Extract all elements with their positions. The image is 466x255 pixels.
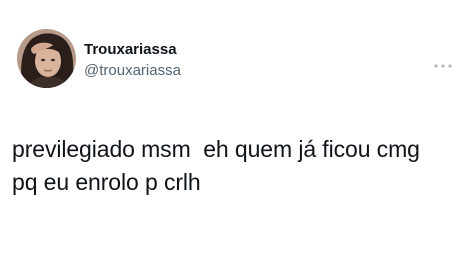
tweet-card: Trouxariassa @trouxariassa previlegiado … bbox=[0, 0, 466, 255]
display-name[interactable]: Trouxariassa bbox=[84, 41, 181, 59]
more-horizontal-icon bbox=[434, 64, 452, 68]
more-options-button[interactable] bbox=[432, 58, 454, 68]
avatar[interactable] bbox=[17, 29, 76, 88]
author-info: Trouxariassa @trouxariassa bbox=[84, 41, 181, 81]
tweet-text: previlegiado msm eh quem já ficou cmg pq… bbox=[12, 136, 420, 195]
profile-photo-icon bbox=[17, 29, 76, 88]
username-handle[interactable]: @trouxariassa bbox=[84, 61, 181, 81]
